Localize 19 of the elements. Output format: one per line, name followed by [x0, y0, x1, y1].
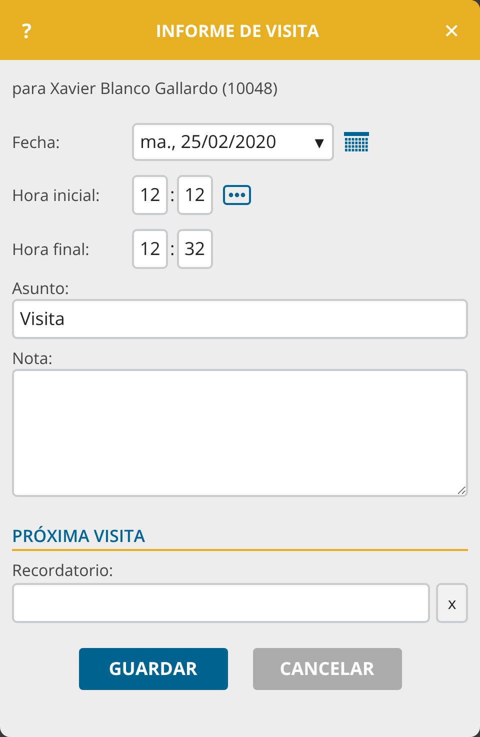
client-subtitle: para Xavier Blanco Gallardo (10048): [12, 77, 278, 101]
clear-button[interactable]: x: [436, 583, 468, 623]
field-label: Hora inicial:: [12, 184, 101, 206]
hour-field[interactable]: 12: [132, 175, 168, 215]
hour-field[interactable]: 12: [132, 229, 168, 269]
field-label: Asunto:: [12, 277, 70, 299]
field-label: Nota:: [12, 347, 54, 369]
field-label: Recordatorio:: [12, 559, 114, 581]
time-separator: :: [170, 237, 175, 261]
save-button[interactable]: GUARDAR: [78, 648, 228, 690]
section-title: PRÓXIMA VISITA: [12, 524, 468, 551]
date-dropdown[interactable]: ma., 25/02/2020 ▼: [132, 123, 334, 161]
time-separator: :: [170, 183, 175, 207]
subject-field[interactable]: Visita: [12, 299, 468, 339]
minute-field[interactable]: 32: [176, 229, 213, 269]
window-title: INFORME DE VISITA: [156, 18, 320, 42]
minute-field[interactable]: 12: [176, 175, 213, 215]
field-label: Fecha:: [12, 131, 61, 153]
field-label: Hora final:: [12, 238, 90, 260]
